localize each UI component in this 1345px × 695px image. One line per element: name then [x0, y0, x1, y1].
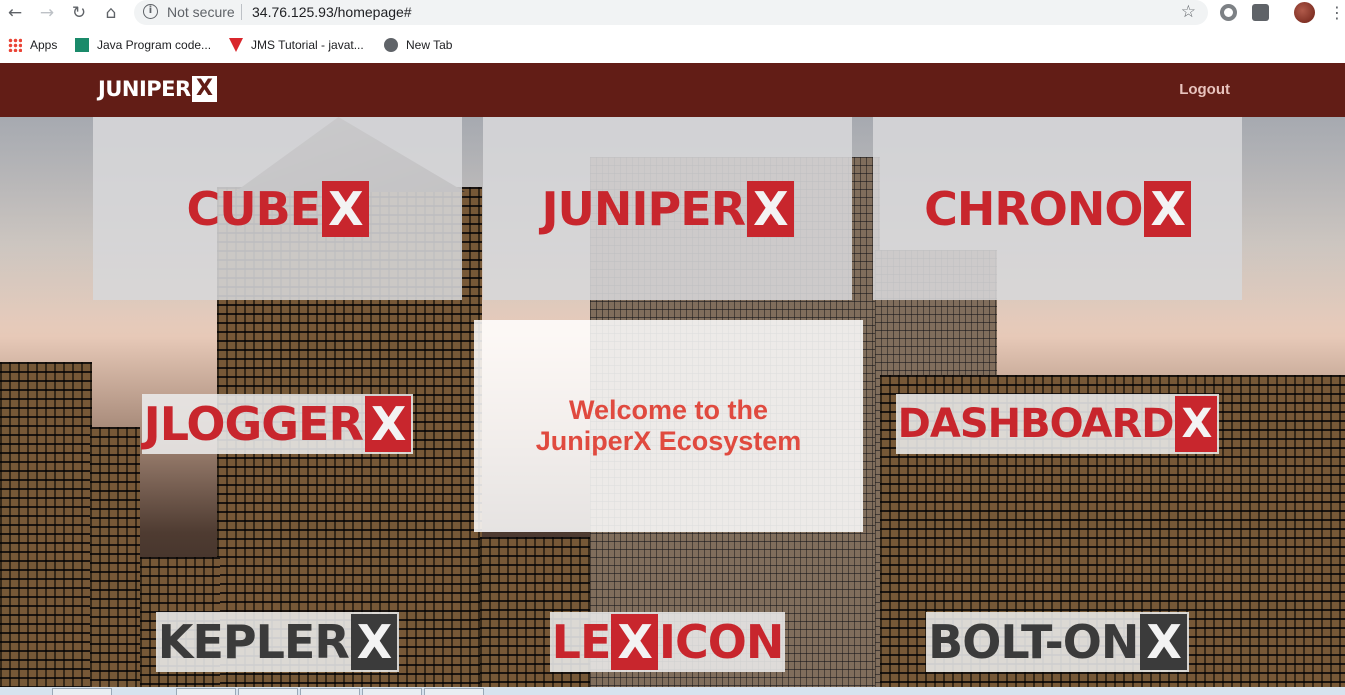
- bookmark-label: New Tab: [406, 38, 453, 52]
- logo-word: ICON: [658, 615, 784, 669]
- bookmark-java-program[interactable]: Java Program code...: [75, 35, 211, 55]
- bookmark-label: JMS Tutorial - javat...: [251, 38, 364, 52]
- bookmark-label: Java Program code...: [97, 38, 212, 52]
- bookmark-label: Apps: [30, 38, 58, 52]
- logo-word: CHRONO: [924, 181, 1143, 236]
- logo-word: BOLT-ON: [928, 615, 1139, 669]
- logo-x: X: [322, 180, 369, 237]
- profile-avatar[interactable]: [1294, 2, 1315, 23]
- taskbar-item[interactable]: [362, 688, 422, 695]
- logout-link[interactable]: Logout: [1179, 81, 1230, 98]
- browser-chrome: ← → ↻ ⌂ i Not secure 34.76.125.93/homepa…: [0, 0, 1345, 63]
- globe-icon: [384, 38, 398, 52]
- menu-icon[interactable]: ⋮: [1326, 2, 1345, 24]
- bookmark-apps[interactable]: Apps: [8, 35, 57, 55]
- logo-x: X: [611, 614, 658, 670]
- brand-text: JUNIPER: [98, 77, 191, 101]
- tile-jloggerx[interactable]: JLOGGER X: [93, 320, 462, 528]
- tile-chronox[interactable]: CHRONO X: [873, 117, 1242, 300]
- divider: [241, 4, 242, 20]
- main-content: CUBE X JUNIPER X CHRONO X JLOGGER X DASHBOAR…: [0, 117, 1345, 695]
- keplerx-logo: KEPLER X: [155, 612, 400, 672]
- back-icon[interactable]: ←: [4, 2, 26, 24]
- forward-icon[interactable]: →: [36, 2, 58, 24]
- robot-extension-icon[interactable]: [1252, 4, 1269, 21]
- tile-dashboardx[interactable]: DASHBOARD X: [873, 320, 1242, 528]
- tile-cubex[interactable]: CUBE X: [93, 117, 462, 300]
- bookmark-jms-tutorial[interactable]: JMS Tutorial - javat...: [229, 35, 364, 55]
- logo-word: LE: [551, 615, 612, 669]
- juniperx-logo: JUNIPER X: [541, 179, 794, 239]
- cubex-logo: CUBE X: [186, 179, 369, 239]
- logo-x: X: [1144, 180, 1191, 237]
- javatpoint-favicon: [229, 38, 243, 52]
- address-bar[interactable]: i Not secure 34.76.125.93/homepage# ☆: [134, 0, 1208, 25]
- logo-word: KEPLER: [157, 615, 350, 669]
- lexicon-logo: LE X ICON: [549, 612, 786, 672]
- tile-keplerx[interactable]: KEPLER X: [93, 607, 462, 677]
- background-building: [0, 362, 92, 695]
- brand-x: X: [191, 76, 217, 102]
- app-header: JUNIPER X Logout: [0, 63, 1345, 117]
- logo-x: X: [1140, 614, 1187, 670]
- jloggerx-logo: JLOGGER X: [141, 394, 414, 454]
- taskbar-item[interactable]: [238, 688, 298, 695]
- taskbar-item[interactable]: [176, 688, 236, 695]
- tile-bolt-onx[interactable]: BOLT-ON X: [873, 607, 1242, 677]
- logo-word: CUBE: [186, 181, 321, 236]
- bookmark-new-tab[interactable]: New Tab: [384, 35, 452, 55]
- logo-x: X: [1175, 396, 1218, 452]
- extension-icon[interactable]: [1220, 4, 1237, 21]
- tile-lexicon[interactable]: LE X ICON: [483, 607, 852, 677]
- logo-x: X: [350, 614, 398, 670]
- dashboardx-logo: DASHBOARD X: [895, 394, 1220, 454]
- welcome-line-2: JuniperX Ecosystem: [535, 426, 802, 456]
- logo-word: DASHBOARD: [897, 401, 1175, 447]
- logo-word: JLOGGER: [143, 397, 364, 451]
- bolt-onx-logo: BOLT-ON X: [926, 612, 1189, 672]
- tile-juniperx[interactable]: JUNIPER X: [483, 117, 852, 300]
- taskbar-item[interactable]: [424, 688, 484, 695]
- taskbar-item[interactable]: [52, 688, 112, 695]
- brand-logo[interactable]: JUNIPER X: [98, 75, 217, 103]
- security-label: Not secure: [167, 4, 235, 20]
- logo-word: JUNIPER: [541, 181, 746, 236]
- logo-x: X: [364, 396, 412, 452]
- welcome-line-1: Welcome to the: [568, 395, 769, 425]
- bookmark-star-icon[interactable]: ☆: [1181, 2, 1196, 22]
- home-icon[interactable]: ⌂: [100, 2, 122, 24]
- site-favicon: [75, 38, 89, 52]
- browser-toolbar: ← → ↻ ⌂ i Not secure 34.76.125.93/homepa…: [0, 0, 1345, 26]
- url-text[interactable]: 34.76.125.93/homepage#: [252, 4, 412, 20]
- logo-x: X: [747, 180, 794, 237]
- chronox-logo: CHRONO X: [924, 179, 1191, 239]
- welcome-panel: Welcome to the JuniperX Ecosystem: [474, 320, 863, 532]
- reload-icon[interactable]: ↻: [68, 2, 90, 24]
- taskbar-item[interactable]: [300, 688, 360, 695]
- bookmarks-bar: Apps Java Program code... JMS Tutorial -…: [0, 33, 1345, 57]
- apps-grid-icon: [8, 38, 22, 52]
- info-icon[interactable]: i: [143, 4, 158, 19]
